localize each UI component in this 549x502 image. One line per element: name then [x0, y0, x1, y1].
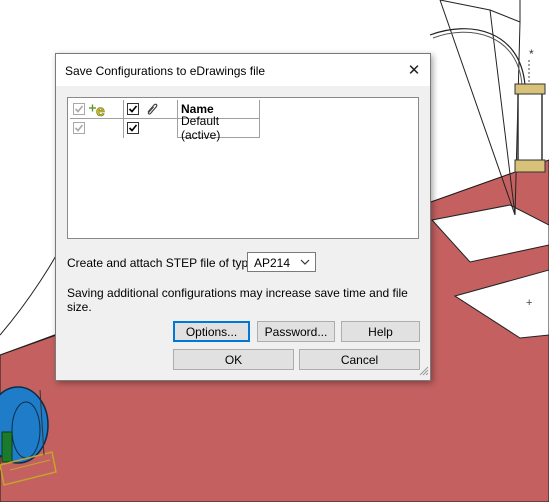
header-attach-checkbox	[127, 103, 139, 115]
step-file-label: Create and attach STEP file of type:	[67, 256, 259, 270]
resize-grip-icon[interactable]	[418, 365, 429, 379]
header-edrawings-column[interactable]: e	[70, 100, 124, 121]
dialog-title: Save Configurations to eDrawings file	[65, 64, 266, 78]
list-item[interactable]: Default (active)	[70, 114, 260, 142]
row-attach-cell	[124, 119, 178, 138]
edrawings-icon: e	[88, 101, 114, 121]
options-button[interactable]: Options...	[173, 321, 250, 342]
cancel-button[interactable]: Cancel	[299, 349, 420, 370]
probe-base	[514, 159, 546, 173]
password-button[interactable]: Password...	[257, 321, 335, 342]
close-button[interactable]: ✕	[404, 60, 424, 80]
svg-text:e: e	[96, 103, 105, 118]
configurations-list[interactable]: e Name Default (active)	[67, 97, 419, 239]
crosshair-mark: +	[526, 297, 532, 309]
probe-top	[514, 83, 546, 95]
step-type-value: AP214	[254, 256, 291, 270]
save-time-note: Saving additional configurations may inc…	[67, 286, 408, 314]
ok-button[interactable]: OK	[173, 349, 294, 370]
chevron-down-icon	[300, 256, 310, 270]
configuration-name: Default (active)	[181, 114, 221, 142]
cable	[429, 28, 526, 86]
header-attach-column[interactable]	[124, 100, 178, 119]
help-button[interactable]: Help	[341, 321, 420, 342]
row-edrawings-cell	[70, 119, 124, 138]
row-attach-checkbox[interactable]	[127, 122, 139, 134]
save-configurations-dialog: Save Configurations to eDrawings file ✕ …	[55, 53, 431, 381]
svg-text:*: *	[529, 47, 534, 61]
paperclip-icon	[144, 102, 160, 120]
tower-edge	[439, 0, 521, 23]
row-name-cell: Default (active)	[178, 114, 260, 142]
header-edrawings-checkbox	[73, 103, 85, 115]
title-bar[interactable]: Save Configurations to eDrawings file ✕	[56, 54, 430, 86]
step-type-select[interactable]: AP214	[247, 252, 316, 272]
row-edrawings-checkbox[interactable]	[73, 122, 85, 134]
